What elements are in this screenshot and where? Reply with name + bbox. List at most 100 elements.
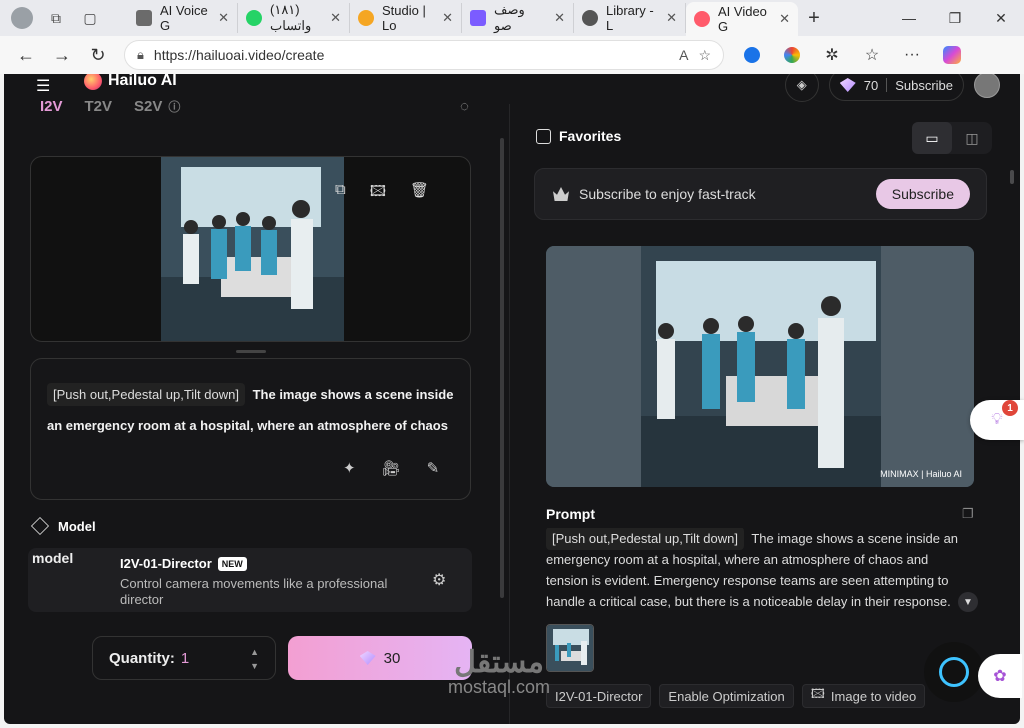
chip-mode-label: Image to video	[830, 688, 917, 704]
favorites-filter[interactable]: Favorites	[536, 128, 621, 144]
window-controls: — ❐ ✕	[886, 0, 1024, 36]
profile-button[interactable]	[8, 4, 36, 32]
layers-icon[interactable]: ◈	[784, 74, 819, 102]
forward-icon[interactable]: →	[44, 39, 80, 71]
address-bar[interactable]: 🔒︎ https://hailuoai.video/create A ☆	[124, 40, 724, 70]
right-scrollbar[interactable]	[1010, 170, 1014, 184]
settings-sliders-icon[interactable]: ⚙	[432, 570, 446, 590]
url-text: https://hailuoai.video/create	[153, 47, 325, 63]
info-icon[interactable]: ⓘ	[168, 98, 180, 115]
browser-tab[interactable]: وصف صو ✕	[462, 2, 574, 33]
close-tab-icon[interactable]: ✕	[779, 11, 790, 27]
chat-button[interactable]	[924, 642, 984, 702]
read-aloud-icon[interactable]: A	[679, 47, 688, 63]
video-frame	[546, 246, 974, 487]
workspaces-icon[interactable]: ⧉	[42, 4, 70, 32]
copilot-icon[interactable]	[936, 39, 968, 71]
chip-optimization: Enable Optimization	[659, 684, 794, 708]
resize-handle[interactable]	[236, 350, 266, 353]
favorites-list-icon[interactable]: ☆	[856, 39, 888, 71]
model-name-row: I2V-01-Director NEW	[120, 556, 247, 571]
close-tab-icon[interactable]: ✕	[666, 10, 677, 26]
user-avatar[interactable]	[974, 74, 1000, 98]
tab-favicon	[358, 10, 374, 26]
browser-tab[interactable]: AI Voice G ✕	[128, 3, 238, 33]
chip-model: I2V-01-Director	[546, 684, 652, 708]
more-menu-icon[interactable]: ···	[896, 39, 928, 71]
image-watermark: MINIMAX | Hailuo AI	[880, 469, 962, 479]
camera-movement-tag[interactable]: [Push out,Pedestal up,Tilt down]	[47, 383, 245, 406]
minimize-icon[interactable]: —	[886, 0, 932, 36]
close-tab-icon[interactable]: ✕	[442, 10, 453, 26]
subscribe-button[interactable]: Subscribe	[875, 179, 970, 209]
back-icon[interactable]: ←	[8, 39, 44, 71]
tab-label: Library - L	[606, 3, 654, 33]
tab-s2v[interactable]: S2V	[134, 98, 162, 115]
replace-image-icon[interactable]: 🖾︎	[370, 181, 386, 206]
credit-gem-icon	[839, 78, 856, 92]
extensions-puzzle-icon[interactable]: ✲	[816, 39, 848, 71]
generate-cost: 30	[383, 649, 401, 667]
generated-video-preview[interactable]: MINIMAX | Hailuo AI	[546, 246, 974, 487]
favorites-checkbox[interactable]	[536, 128, 551, 144]
results-panel: Favorites ▭ ◫ Subscribe to enjoy fast-tr…	[510, 104, 1020, 724]
subscribe-banner: Subscribe to enjoy fast-track Subscribe	[534, 168, 987, 220]
extension-blue-icon[interactable]	[736, 39, 768, 71]
tab-t2v[interactable]: T2V	[85, 98, 113, 115]
copy-icon[interactable]: ❐	[962, 506, 974, 522]
lightbulb-icon: 💡︎	[991, 411, 1003, 428]
list-view-icon[interactable]: ▭	[912, 122, 952, 154]
reload-icon[interactable]: ↻	[80, 39, 116, 71]
chat-icon	[939, 657, 969, 687]
quantity-stepper[interactable]: Quantity: 1 ▲ ▼	[92, 636, 276, 680]
close-tab-icon[interactable]: ✕	[330, 10, 341, 26]
close-window-icon[interactable]: ✕	[978, 0, 1024, 36]
thumbnail-image	[547, 625, 593, 671]
reset-icon[interactable]: ◌	[460, 98, 469, 115]
prompt-input[interactable]: [Push out,Pedestal up,Tilt down] The ima…	[47, 379, 457, 449]
prompt-optimize-icon[interactable]: ✎	[427, 459, 440, 477]
header-actions: ◈ 70 Subscribe	[784, 74, 1000, 102]
menu-icon[interactable]: ☰	[36, 76, 50, 96]
browser-tab[interactable]: Library - L ✕	[574, 3, 686, 33]
extension-color-icon[interactable]	[776, 39, 808, 71]
browser-tab[interactable]: Studio | Lo ✕	[350, 3, 462, 33]
header-subscribe-button[interactable]: Subscribe	[895, 78, 953, 93]
browser-tab[interactable]: (١٨١) واتساب ✕	[238, 2, 350, 33]
tab-actions-icon[interactable]: ▢	[76, 4, 104, 32]
magic-enhance-icon[interactable]: ✦	[343, 459, 356, 477]
close-tab-icon[interactable]: ✕	[554, 10, 565, 26]
assistant-side-badge[interactable]: 💡︎ 1	[970, 400, 1024, 440]
subscribe-banner-text: Subscribe to enjoy fast-track	[579, 186, 756, 202]
create-panel: I2V T2V S2V ⓘ ◌ ⧉ 🖾︎ 🗑︎ [Push out,Pedest…	[4, 98, 510, 724]
favorite-star-icon[interactable]: ☆	[698, 47, 711, 64]
favorites-label: Favorites	[559, 128, 622, 144]
browser-tab-active[interactable]: AI Video G ✕	[686, 2, 798, 36]
increment-icon[interactable]: ▲	[250, 645, 259, 659]
new-tab-button[interactable]: +	[798, 3, 830, 33]
view-toggle: ▭ ◫	[912, 122, 992, 154]
model-heading: Model	[58, 518, 96, 534]
site-watermark: مستقل mostaql.com	[448, 648, 550, 697]
restore-icon[interactable]: ❐	[932, 0, 978, 36]
decrement-icon[interactable]: ▼	[250, 659, 259, 673]
credits-pill[interactable]: 70 Subscribe	[828, 74, 964, 101]
prompt-editor[interactable]: [Push out,Pedestal up,Tilt down] The ima…	[30, 358, 471, 500]
tab-i2v[interactable]: I2V	[40, 98, 63, 115]
generate-button[interactable]: 30	[288, 636, 472, 680]
brain-icon: ✿	[993, 668, 1007, 685]
camera-movement-icon[interactable]: 🎥︎	[382, 459, 401, 477]
tab-label: وصف صو	[494, 2, 525, 33]
edit-image-icon[interactable]: ⧉	[335, 181, 346, 206]
close-tab-icon[interactable]: ✕	[218, 10, 229, 26]
new-badge: NEW	[217, 556, 247, 571]
left-scrollbar[interactable]	[500, 138, 504, 598]
brain-assistant-button[interactable]: ✿	[978, 654, 1022, 698]
model-selector[interactable]: model I2V-01-Director NEW Control camera…	[28, 548, 472, 612]
detail-view-icon[interactable]: ◫	[952, 122, 992, 154]
delete-icon[interactable]: 🗑︎	[410, 181, 429, 206]
expand-icon[interactable]: ▼	[958, 592, 978, 612]
crown-icon	[553, 187, 569, 201]
brand-logo[interactable]: Hailuo AI	[84, 74, 177, 90]
source-image-thumbnail[interactable]	[546, 624, 594, 672]
